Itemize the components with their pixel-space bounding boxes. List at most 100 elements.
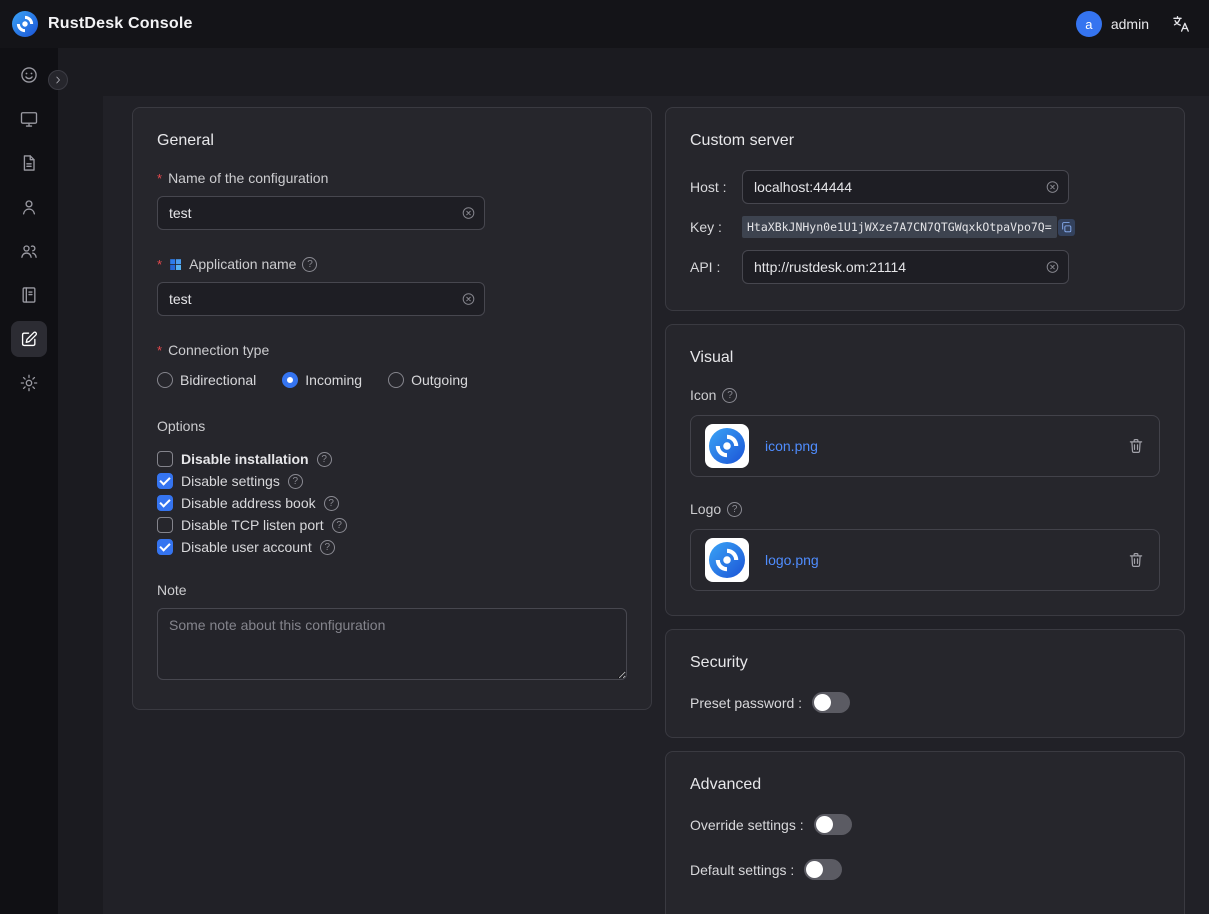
- general-title: General: [157, 132, 627, 150]
- radio-outgoing[interactable]: Outgoing: [388, 372, 468, 388]
- notebook-icon: [19, 285, 39, 305]
- note-textarea[interactable]: [157, 608, 627, 680]
- checkbox-label: Disable user account: [181, 539, 312, 555]
- general-panel: General Name of the configuration: [132, 107, 652, 710]
- override-settings-toggle[interactable]: [814, 814, 852, 835]
- sidebar-expand-button[interactable]: [48, 70, 68, 90]
- header-right: a admin: [1076, 11, 1191, 37]
- host-input[interactable]: [742, 170, 1069, 204]
- key-value: HtaXBkJNHyn0e1U1jWXze7A7CN7QTGWqxkOtpaVp…: [742, 216, 1057, 238]
- clear-icon[interactable]: [1045, 180, 1060, 195]
- key-label: Key :: [690, 219, 742, 235]
- help-icon[interactable]: [302, 257, 317, 272]
- sidebar-item-groups[interactable]: [11, 233, 47, 269]
- radio-label: Outgoing: [411, 372, 468, 388]
- clear-icon[interactable]: [1045, 260, 1060, 275]
- api-input[interactable]: [742, 250, 1069, 284]
- radio-circle[interactable]: [282, 372, 298, 388]
- options-label: Options: [157, 418, 205, 434]
- avatar: a: [1076, 11, 1102, 37]
- checkbox[interactable]: [157, 451, 173, 467]
- checkbox-row-disable-address-book: Disable address book: [157, 492, 627, 514]
- sidebar-item-devices[interactable]: [11, 101, 47, 137]
- icon-label: Icon: [690, 387, 716, 403]
- checkbox[interactable]: [157, 495, 173, 511]
- chevron-right-icon: [52, 74, 64, 86]
- name-input[interactable]: [157, 196, 485, 230]
- radio-bidirectional[interactable]: Bidirectional: [157, 372, 256, 388]
- connection-type-group: Bidirectional Incoming Outgoing: [157, 372, 627, 388]
- trash-icon[interactable]: [1127, 437, 1145, 455]
- api-label: API :: [690, 259, 742, 275]
- sidebar-item-custom-clients[interactable]: [11, 321, 47, 357]
- icon-file-link[interactable]: icon.png: [765, 438, 818, 454]
- copy-icon[interactable]: [1058, 219, 1075, 236]
- override-settings-label: Override settings :: [690, 817, 804, 833]
- sidebar-item-users[interactable]: [11, 189, 47, 225]
- key-row: Key : HtaXBkJNHyn0e1U1jWXze7A7CN7QTGWqxk…: [690, 216, 1160, 238]
- checkbox-row-disable-tcp-listen-port: Disable TCP listen port: [157, 514, 627, 536]
- sidebar-item-settings[interactable]: [11, 365, 47, 401]
- rustdesk-logo-icon: [709, 542, 745, 578]
- required-asterisk: [157, 170, 162, 186]
- trash-icon[interactable]: [1127, 551, 1145, 569]
- help-icon[interactable]: [317, 452, 332, 467]
- top-bar: RustDesk Console a admin: [0, 0, 1209, 48]
- host-row: Host :: [690, 170, 1160, 204]
- radio-circle[interactable]: [157, 372, 173, 388]
- required-asterisk: [157, 256, 162, 272]
- translate-icon[interactable]: [1171, 14, 1191, 34]
- monitor-icon: [19, 109, 39, 129]
- radio-circle[interactable]: [388, 372, 404, 388]
- help-icon[interactable]: [324, 496, 339, 511]
- app-name-input[interactable]: [157, 282, 485, 316]
- sidebar-item-logs[interactable]: [11, 145, 47, 181]
- help-icon[interactable]: [722, 388, 737, 403]
- gear-icon: [19, 373, 39, 393]
- security-panel: Security Preset password :: [665, 629, 1185, 738]
- preset-password-toggle[interactable]: [812, 692, 850, 713]
- default-settings-label: Default settings :: [690, 862, 794, 878]
- icon-thumbnail: [705, 424, 749, 468]
- clear-icon[interactable]: [461, 292, 476, 307]
- checkbox[interactable]: [157, 517, 173, 533]
- help-icon[interactable]: [288, 474, 303, 489]
- advanced-title: Advanced: [690, 776, 1160, 794]
- override-settings-row: Override settings :: [690, 814, 1160, 835]
- help-icon[interactable]: [727, 502, 742, 517]
- api-row: API :: [690, 250, 1160, 284]
- user-icon: [19, 197, 39, 217]
- sidebar: [0, 48, 58, 914]
- default-settings-row: Default settings :: [690, 859, 1160, 880]
- radio-incoming[interactable]: Incoming: [282, 372, 362, 388]
- windows-icon: [168, 257, 183, 272]
- sidebar-item-address-books[interactable]: [11, 277, 47, 313]
- logo-thumbnail: [705, 538, 749, 582]
- required-asterisk: [157, 342, 162, 358]
- document-icon: [19, 153, 39, 173]
- default-settings-toggle[interactable]: [804, 859, 842, 880]
- options-list: Disable installation Disable settings Di…: [157, 448, 627, 558]
- help-icon[interactable]: [320, 540, 335, 555]
- visual-title: Visual: [690, 349, 1160, 367]
- checkbox-label: Disable address book: [181, 495, 316, 511]
- preset-password-row: Preset password :: [690, 692, 1160, 713]
- logo-file-box: logo.png: [690, 529, 1160, 591]
- users-icon: [19, 241, 39, 261]
- note-label: Note: [157, 582, 187, 598]
- security-title: Security: [690, 654, 1160, 672]
- help-icon[interactable]: [332, 518, 347, 533]
- radio-label: Bidirectional: [180, 372, 256, 388]
- checkbox[interactable]: [157, 473, 173, 489]
- clear-icon[interactable]: [461, 206, 476, 221]
- sidebar-item-dashboard[interactable]: [11, 57, 47, 93]
- logo-file-link[interactable]: logo.png: [765, 552, 819, 568]
- checkbox-row-disable-user-account: Disable user account: [157, 536, 627, 558]
- rustdesk-logo-icon: [12, 11, 38, 37]
- checkbox-label: Disable installation: [181, 451, 309, 467]
- face-icon: [19, 65, 39, 85]
- visual-panel: Visual Icon: [665, 324, 1185, 616]
- checkbox[interactable]: [157, 539, 173, 555]
- user-menu[interactable]: a admin: [1076, 11, 1149, 37]
- brand: RustDesk Console: [12, 11, 193, 37]
